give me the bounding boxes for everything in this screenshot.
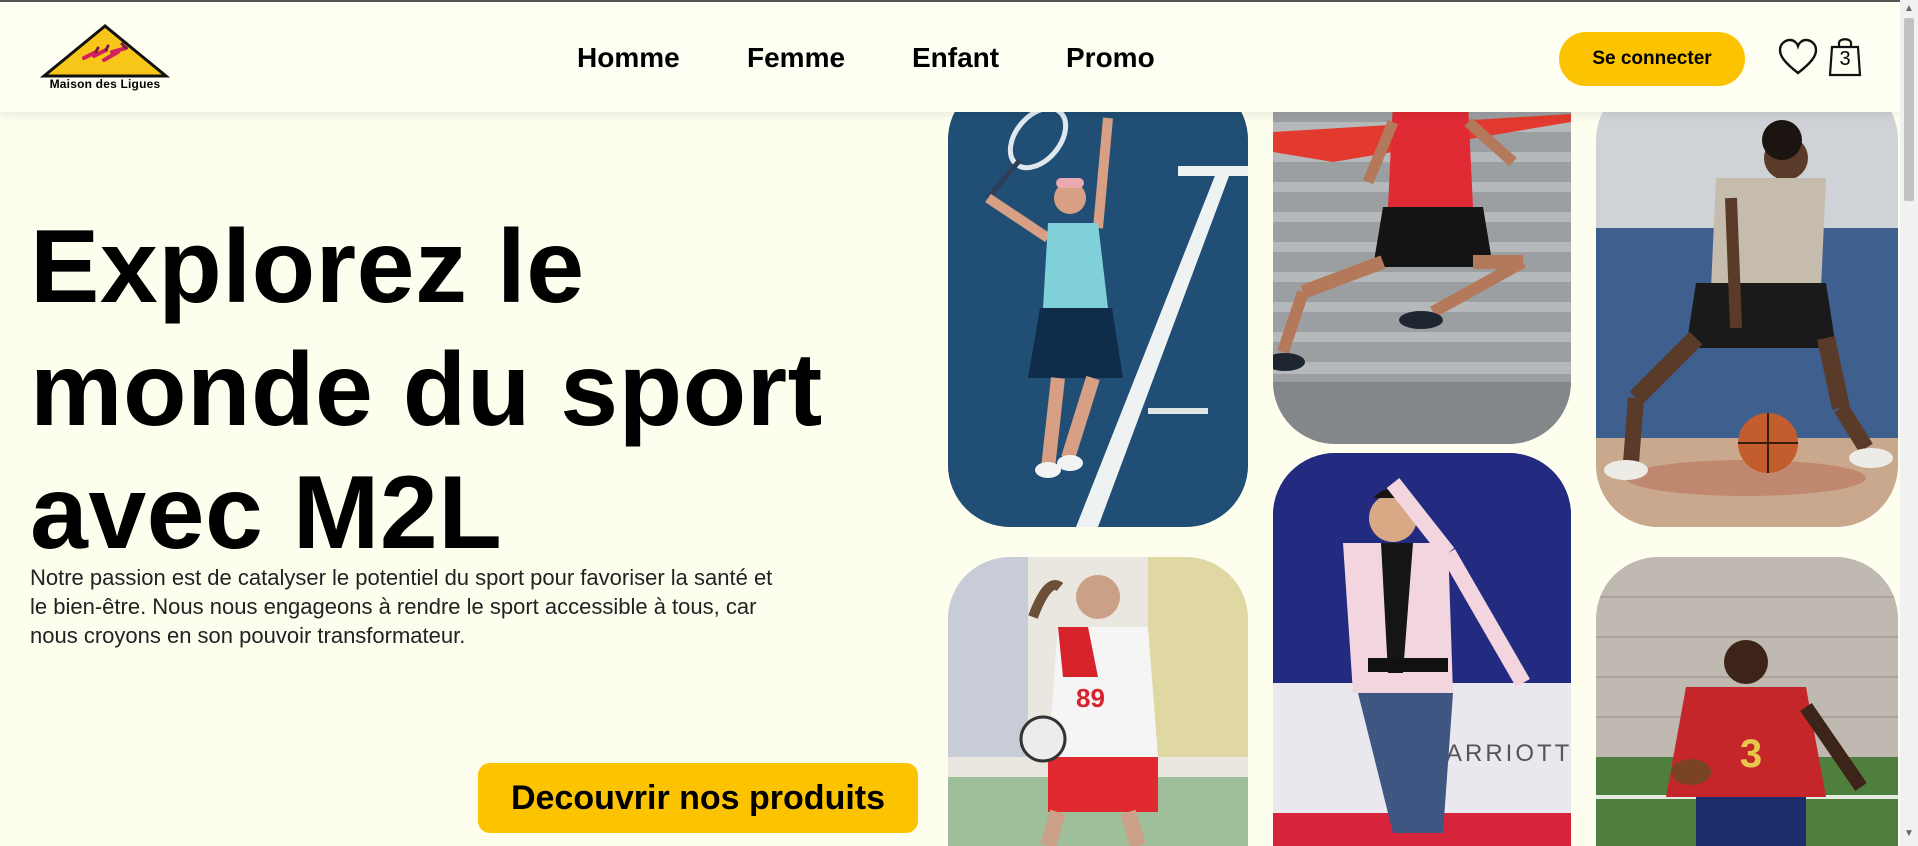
photo-tennis-player	[948, 78, 1248, 527]
hero-title: Explorez le monde du sport avec M2L	[30, 206, 930, 575]
hero-description: Notre passion est de catalyser le potent…	[30, 565, 773, 648]
scrollbar-thumb[interactable]	[1904, 18, 1914, 201]
brand-name: Maison des Ligues	[49, 77, 161, 91]
hero-title-line: monde du sport	[30, 332, 823, 448]
jersey-number: 3	[1740, 732, 1762, 776]
nav-item-promo[interactable]: Promo	[1066, 42, 1186, 74]
logo-triangle-icon	[40, 24, 170, 78]
page-scrollbar[interactable]: ▲ ▼	[1900, 0, 1918, 846]
nav-item-femme[interactable]: Femme	[747, 42, 867, 74]
jersey-number: 89	[1076, 683, 1105, 713]
cart-count: 3	[1839, 48, 1851, 70]
photo-basketball-player	[1596, 78, 1898, 527]
scroll-down-arrow-icon[interactable]: ▼	[1904, 828, 1914, 839]
heart-icon[interactable]	[1778, 38, 1818, 78]
nav-item-enfant[interactable]: Enfant	[912, 42, 1032, 74]
hero-title-line: Explorez le	[30, 209, 585, 325]
photo-football-player: 3	[1596, 557, 1898, 846]
login-button[interactable]: Se connecter	[1559, 32, 1745, 86]
photo-taekwondo-athlete: MARRIOTT MANILA	[1273, 453, 1571, 846]
site-header: Maison des Ligues Homme Femme Enfant Pro…	[0, 2, 1900, 112]
photo-handball-player: 89	[948, 557, 1248, 846]
hero-title-line: avec M2L	[30, 455, 503, 571]
brand-logo[interactable]: Maison des Ligues	[40, 22, 170, 92]
scroll-up-arrow-icon[interactable]: ▲	[1904, 3, 1914, 14]
discover-products-button[interactable]: Decouvrir nos produits	[478, 763, 918, 833]
nav-item-homme[interactable]: Homme	[577, 42, 697, 74]
